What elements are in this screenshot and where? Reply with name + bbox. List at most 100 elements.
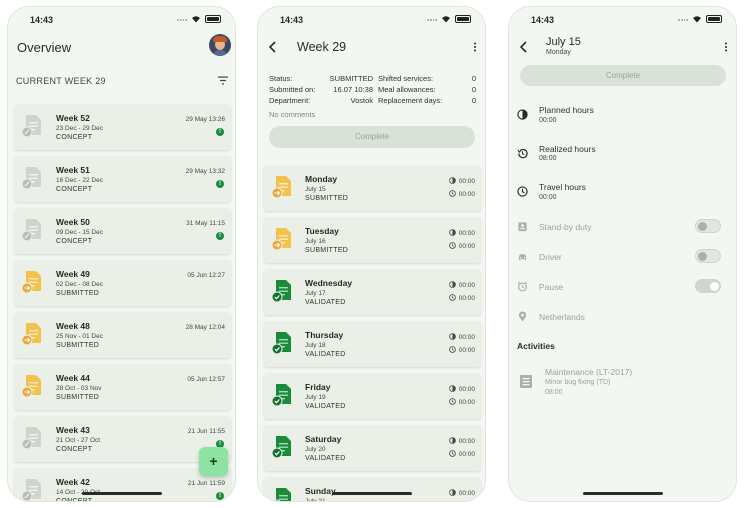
week-range: 23 Dec - 29 Dec bbox=[56, 125, 103, 132]
realized-hours-value[interactable]: 08:00 bbox=[539, 155, 557, 162]
day-date: July 20 bbox=[305, 446, 326, 453]
day-status: VALIDATED bbox=[305, 351, 346, 358]
complete-week-button[interactable]: Complete bbox=[269, 126, 475, 148]
back-arrow-icon[interactable] bbox=[268, 41, 278, 53]
concept-doc-icon bbox=[21, 218, 43, 242]
realized-hours-value: 00:00 bbox=[458, 191, 475, 198]
shifted-value: 0 bbox=[471, 74, 476, 83]
week-card[interactable]: Week 42 14 Oct - 20 Oct CONCEPT 21 Jun 11:5… bbox=[14, 468, 231, 501]
more-options-icon[interactable] bbox=[473, 42, 477, 52]
page-title: Week 29 bbox=[297, 40, 347, 54]
realized-hours-value: 00:00 bbox=[458, 243, 475, 250]
submitted-doc-icon bbox=[21, 374, 43, 398]
week-card[interactable]: Week 44 28 Oct - 03 Nov SUBMITTED 05 Jun 12… bbox=[14, 364, 231, 410]
week-title: Week 51 bbox=[56, 165, 90, 175]
shifted-row: Shifted services: 0 bbox=[378, 74, 476, 83]
department-value: Vostok bbox=[350, 96, 373, 105]
day-status: VALIDATED bbox=[305, 299, 346, 306]
concept-doc-icon bbox=[21, 114, 43, 138]
week-card[interactable]: Week 51 16 Dec - 22 Dec CONCEPT 29 May 13:3… bbox=[14, 156, 231, 202]
department-label: Department: bbox=[269, 96, 311, 105]
info-icon: ! bbox=[216, 232, 224, 240]
driver-toggle[interactable] bbox=[695, 249, 721, 263]
status-bar: 14:43 bbox=[509, 15, 736, 29]
badge-icon bbox=[518, 222, 527, 232]
planned-hours: 00:00 bbox=[448, 281, 475, 290]
week-list: Week 52 23 Dec - 29 Dec CONCEPT 29 May 13:2… bbox=[14, 104, 231, 501]
standby-duty-toggle[interactable] bbox=[695, 219, 721, 233]
status-time: 14:43 bbox=[280, 15, 304, 25]
day-card[interactable]: Monday July 15 SUBMITTED 00:00 00:00 bbox=[264, 165, 481, 211]
week-modified-date: 21 Jun 11:55 bbox=[187, 428, 225, 435]
clock-icon bbox=[448, 346, 456, 355]
add-week-button[interactable]: + bbox=[199, 447, 228, 476]
status-row: Status: SUBMITTED bbox=[269, 74, 373, 83]
planned-hours-value[interactable]: 00:00 bbox=[539, 117, 557, 124]
realized-hours: 00:00 bbox=[448, 450, 475, 459]
replacement-row: Replacement days: 0 bbox=[378, 96, 476, 105]
half-clock-icon bbox=[448, 177, 456, 186]
travel-hours-value[interactable]: 00:00 bbox=[539, 194, 557, 201]
week-title: Week 42 bbox=[56, 477, 90, 487]
avatar[interactable] bbox=[209, 34, 231, 56]
week-card[interactable]: Week 48 25 Nov - 01 Dec SUBMITTED 28 May 12… bbox=[14, 312, 231, 358]
day-date: July 18 bbox=[305, 342, 326, 349]
concept-doc-icon bbox=[21, 478, 43, 501]
country-label[interactable]: Netherlands bbox=[539, 312, 585, 322]
realized-hours: 00:00 bbox=[448, 346, 475, 355]
realized-hours-value: 00:00 bbox=[458, 295, 475, 302]
week-range: 25 Nov - 01 Dec bbox=[56, 333, 103, 340]
day-card[interactable]: Friday July 19 VALIDATED 00:00 00:00 bbox=[264, 373, 481, 419]
week-range: 16 Dec - 22 Dec bbox=[56, 177, 103, 184]
planned-hours-value: 00:00 bbox=[458, 230, 475, 237]
half-clock-icon bbox=[448, 489, 456, 498]
week-modified-date: 28 May 12:04 bbox=[185, 324, 225, 331]
week-card[interactable]: Week 52 23 Dec - 29 Dec CONCEPT 29 May 13:2… bbox=[14, 104, 231, 150]
signal-icon bbox=[427, 17, 437, 21]
day-status: VALIDATED bbox=[305, 455, 346, 462]
activity-subtitle: Minor bug fixing (TD) bbox=[545, 379, 611, 386]
back-arrow-icon[interactable] bbox=[519, 41, 529, 53]
week-modified-date: 29 May 13:32 bbox=[185, 168, 225, 175]
half-clock-icon bbox=[448, 437, 456, 446]
day-date: July 21 bbox=[305, 498, 326, 502]
week-title: Week 52 bbox=[56, 113, 90, 123]
week-status: CONCEPT bbox=[56, 238, 93, 245]
concept-doc-icon bbox=[21, 166, 43, 190]
battery-icon bbox=[455, 15, 471, 23]
day-card[interactable]: Tuesday July 16 SUBMITTED 00:00 00:00 bbox=[264, 217, 481, 263]
week-range: 21 Oct - 27 Oct bbox=[56, 437, 101, 444]
filter-icon[interactable] bbox=[218, 76, 228, 85]
week-modified-date: 31 May 11:15 bbox=[186, 220, 225, 227]
activity-title[interactable]: Maintenance (LT-2017) bbox=[545, 367, 632, 377]
pause-label: Pause bbox=[539, 282, 564, 292]
more-options-icon[interactable] bbox=[724, 42, 728, 52]
day-card[interactable]: Thursday July 18 VALIDATED 00:00 00:00 bbox=[264, 321, 481, 367]
travel-hours-label: Travel hours bbox=[539, 182, 586, 192]
week-modified-date: 05 Jun 12:57 bbox=[187, 376, 225, 383]
meal-row: Meal allowances: 0 bbox=[378, 85, 476, 94]
car-icon bbox=[518, 254, 527, 261]
planned-hours: 00:00 bbox=[448, 437, 475, 446]
submitted-doc-icon bbox=[271, 227, 293, 251]
day-card[interactable]: SundayJuly 2100:0000:00 bbox=[264, 477, 481, 502]
half-clock-icon bbox=[448, 229, 456, 238]
status-time: 14:43 bbox=[531, 15, 555, 25]
half-clock-icon bbox=[448, 333, 456, 342]
week-card[interactable]: Week 50 09 Dec - 15 Dec CONCEPT 31 May 11:1… bbox=[14, 208, 231, 254]
info-icon: ! bbox=[216, 128, 224, 136]
status-time: 14:43 bbox=[30, 15, 54, 25]
day-card[interactable]: Saturday July 20 VALIDATED 00:00 00:00 bbox=[264, 425, 481, 471]
complete-day-button[interactable]: Complete bbox=[520, 65, 726, 86]
driver-label: Driver bbox=[539, 252, 562, 262]
week-title: Week 48 bbox=[56, 321, 90, 331]
week-range: 02 Dec - 08 Dec bbox=[56, 281, 103, 288]
day-card[interactable]: Wednesday July 17 VALIDATED 00:00 00:00 bbox=[264, 269, 481, 315]
week-card[interactable]: Week 49 02 Dec - 08 Dec SUBMITTED 05 Jun 12… bbox=[14, 260, 231, 306]
activities-heading: Activities bbox=[517, 341, 555, 351]
realized-hours: 00:00 bbox=[448, 242, 475, 251]
pause-toggle[interactable] bbox=[695, 279, 721, 293]
week-status: SUBMITTED bbox=[56, 290, 100, 297]
home-indicator bbox=[81, 492, 162, 495]
page-title: July 15 bbox=[546, 36, 581, 48]
